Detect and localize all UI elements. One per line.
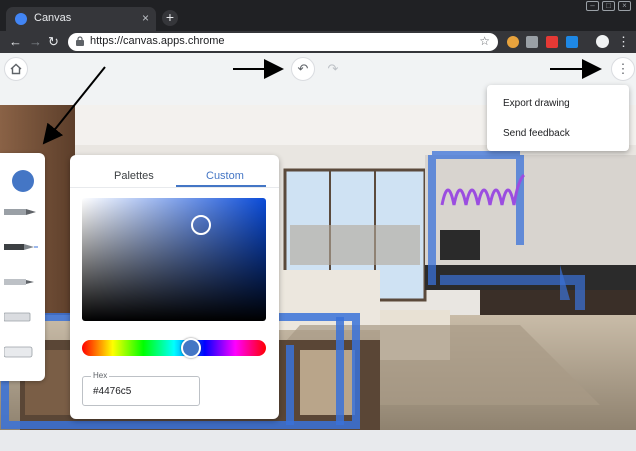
url-text: https://canvas.apps.chrome (90, 35, 225, 47)
saturation-value-area[interactable] (82, 198, 266, 321)
chalk-icon[interactable] (4, 310, 38, 324)
tab-palettes[interactable]: Palettes (114, 170, 154, 182)
minimize-button[interactable]: – (586, 1, 599, 11)
redo-icon: ↷ (327, 61, 339, 76)
canvas-favicon-icon (15, 13, 27, 25)
color-swatch-button[interactable] (12, 170, 34, 192)
window-controls: – □ × (586, 1, 631, 11)
extension-icon-3[interactable] (546, 36, 558, 48)
tab-divider (70, 187, 279, 188)
browser-toolbar: ← → ↻ https://canvas.apps.chrome ☆ ⋮ (0, 31, 636, 53)
saturation-handle[interactable] (191, 215, 211, 235)
pencil-icon[interactable] (4, 205, 38, 219)
undo-icon: ↶ (297, 61, 309, 76)
extension-icon-4[interactable] (566, 36, 578, 48)
close-tab-icon[interactable]: × (142, 11, 149, 25)
more-options-button[interactable]: ⋮ (611, 57, 635, 81)
maximize-button[interactable]: □ (602, 1, 615, 11)
menu-item-export-drawing[interactable]: Export drawing (503, 98, 570, 109)
drawing-tools-panel (0, 153, 45, 381)
hex-label: Hex (91, 371, 110, 380)
profile-avatar[interactable] (596, 35, 609, 48)
bookmark-star-icon[interactable]: ☆ (479, 34, 490, 48)
address-bar[interactable]: https://canvas.apps.chrome ☆ (68, 33, 498, 51)
reload-icon[interactable]: ↻ (48, 34, 59, 50)
screenshot: Canvas × + – □ × ← → ↻ https://canvas.ap… (0, 0, 636, 451)
undo-button[interactable]: ↶ (291, 57, 315, 81)
menu-item-send-feedback[interactable]: Send feedback (503, 128, 570, 139)
forward-icon[interactable]: → (29, 34, 42, 49)
browser-tab[interactable]: Canvas × (6, 7, 156, 31)
lock-icon (76, 36, 84, 46)
new-tab-button[interactable]: + (162, 10, 178, 26)
tab-title: Canvas (34, 12, 72, 24)
redo-button[interactable]: ↷ (321, 57, 345, 81)
tab-custom[interactable]: Custom (206, 170, 244, 182)
home-button[interactable] (4, 57, 28, 81)
more-vert-icon: ⋮ (616, 61, 630, 76)
home-icon (10, 63, 22, 75)
browser-tab-strip: Canvas × + – □ × (0, 0, 636, 31)
extension-icon-2[interactable] (526, 36, 538, 48)
chrome-menu-icon[interactable]: ⋮ (617, 34, 630, 50)
bottom-strip (0, 430, 636, 451)
hue-slider[interactable] (82, 340, 266, 356)
hue-handle[interactable] (180, 338, 201, 358)
overflow-menu: Export drawing Send feedback (487, 85, 629, 151)
hex-input[interactable]: Hex #4476c5 (82, 371, 200, 406)
marker-icon[interactable] (4, 275, 38, 289)
color-picker-panel: Palettes Custom Hex #4476c5 (70, 155, 279, 419)
back-icon[interactable]: ← (9, 34, 22, 49)
extension-icon-1[interactable] (507, 36, 519, 48)
eraser-icon[interactable] (4, 345, 38, 359)
hex-value: #4476c5 (93, 386, 132, 397)
close-window-button[interactable]: × (618, 1, 631, 11)
pen-icon[interactable] (4, 240, 38, 254)
